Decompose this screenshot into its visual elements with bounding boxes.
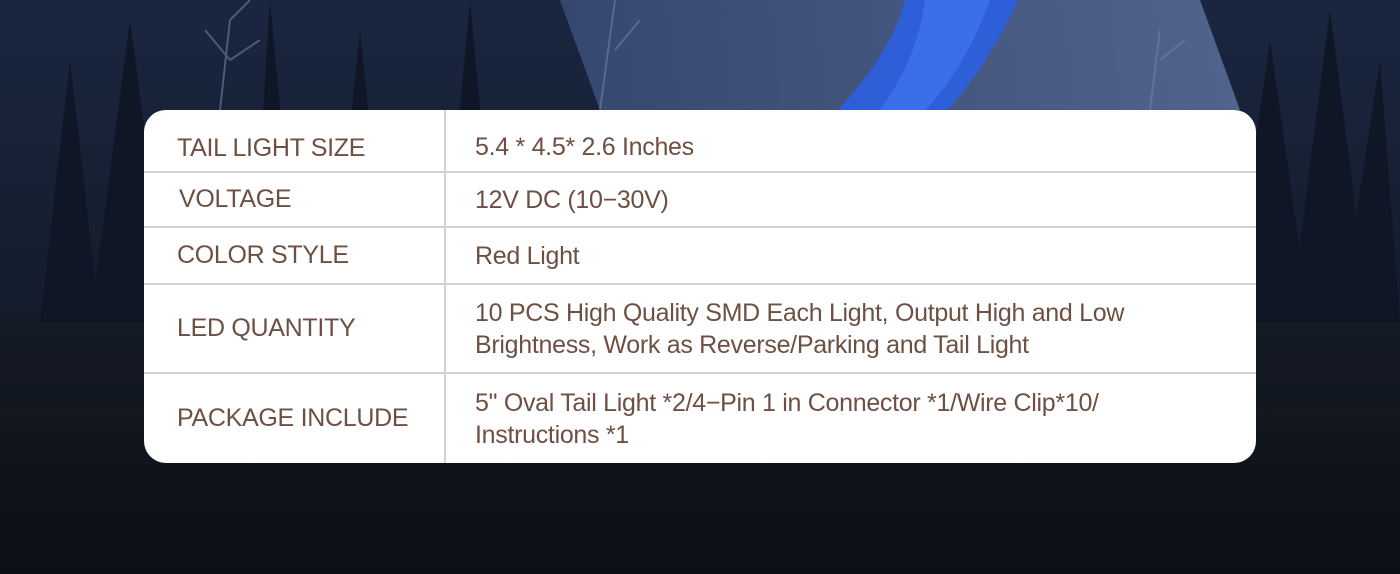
spec-label: VOLTAGE — [144, 173, 446, 226]
table-row: COLOR STYLE Red Light — [144, 228, 1256, 285]
table-row: LED QUANTITY 10 PCS High Quality SMD Eac… — [144, 285, 1256, 374]
spec-value: 12V DC (10−30V) — [475, 185, 669, 214]
spec-value: 5" Oval Tail Light *2/4−Pin 1 in Connect… — [475, 388, 1099, 449]
spec-table: TAIL LIGHT SIZE 5.4 * 4.5* 2.6 Inches VO… — [144, 110, 1256, 463]
spec-value: Red Light — [475, 241, 580, 270]
table-row: VOLTAGE 12V DC (10−30V) — [144, 173, 1256, 228]
spec-label: TAIL LIGHT SIZE — [144, 110, 446, 171]
spec-label: LED QUANTITY — [144, 285, 446, 372]
spec-label: COLOR STYLE — [144, 228, 446, 283]
spec-label: PACKAGE INCLUDE — [144, 374, 446, 463]
spec-value: 10 PCS High Quality SMD Each Light, Outp… — [475, 298, 1125, 359]
table-row: PACKAGE INCLUDE 5" Oval Tail Light *2/4−… — [144, 374, 1256, 463]
spec-value: 5.4 * 4.5* 2.6 Inches — [475, 132, 694, 161]
table-row: TAIL LIGHT SIZE 5.4 * 4.5* 2.6 Inches — [144, 110, 1256, 173]
